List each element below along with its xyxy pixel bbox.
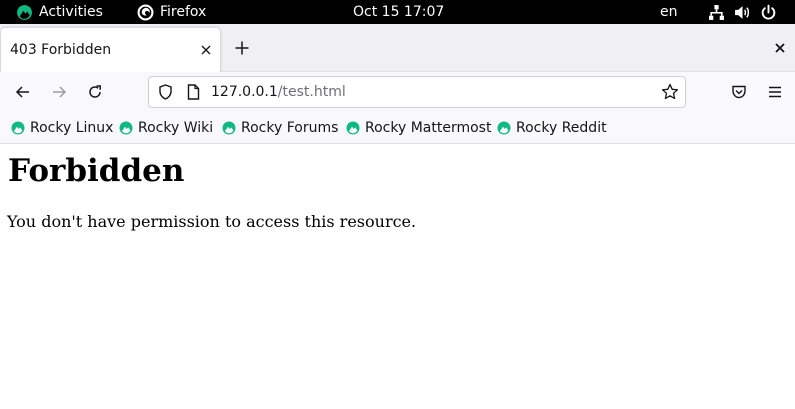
pocket-button[interactable] <box>727 80 751 104</box>
bookmark-rocky-reddit[interactable]: Rocky Reddit <box>497 112 607 144</box>
rocky-logo-icon <box>346 121 360 135</box>
volume-icon[interactable] <box>734 4 751 21</box>
arrow-left-icon <box>15 86 29 98</box>
app-menu[interactable]: Firefox <box>137 0 206 24</box>
activities-button[interactable]: Activities <box>16 0 103 24</box>
rocky-logo-icon <box>497 121 511 135</box>
shield-icon[interactable] <box>157 84 173 100</box>
rocky-logo-icon <box>16 4 33 21</box>
power-icon[interactable] <box>760 4 777 21</box>
bookmark-rocky-forums[interactable]: Rocky Forums <box>222 112 338 144</box>
url-host: 127.0.0.1 <box>211 84 278 100</box>
network-icon[interactable] <box>708 4 725 21</box>
gnome-top-bar: Activities Firefox Oct 15 17:07 en <box>0 0 795 24</box>
page-icon[interactable] <box>185 84 201 100</box>
tab-title: 403 Forbidden <box>10 42 112 58</box>
forward-button[interactable] <box>47 80 71 104</box>
close-window-button[interactable] <box>772 40 788 56</box>
rocky-logo-icon <box>222 121 236 135</box>
page-heading: Forbidden <box>8 153 185 189</box>
url-text[interactable]: 127.0.0.1/test.html <box>211 77 346 107</box>
activities-label: Activities <box>39 4 103 20</box>
close-icon <box>775 43 785 53</box>
url-bar[interactable]: 127.0.0.1/test.html <box>148 76 686 108</box>
bookmarks-toolbar: Rocky Linux Rocky Wiki Rocky Forums Rock… <box>0 112 795 144</box>
bookmark-label: Rocky Reddit <box>516 120 607 136</box>
arrow-right-icon <box>53 86 67 98</box>
rocky-logo-icon <box>119 121 133 135</box>
navigation-toolbar: 127.0.0.1/test.html <box>0 72 795 112</box>
app-name: Firefox <box>160 4 207 20</box>
firefox-icon <box>137 4 154 21</box>
url-path: /test.html <box>277 84 346 100</box>
back-button[interactable] <box>11 80 35 104</box>
bookmark-label: Rocky Wiki <box>138 120 214 136</box>
pocket-icon <box>732 85 746 99</box>
new-tab-button[interactable] <box>232 38 252 58</box>
bookmark-rocky-wiki[interactable]: Rocky Wiki <box>119 112 213 144</box>
bookmark-rocky-mattermost[interactable]: Rocky Mattermost <box>346 112 491 144</box>
tab-403-forbidden[interactable]: 403 Forbidden <box>1 28 220 72</box>
bookmark-label: Rocky Mattermost <box>365 120 492 136</box>
bookmark-label: Rocky Linux <box>30 120 114 136</box>
app-menu-button[interactable] <box>763 80 787 104</box>
clock[interactable]: Oct 15 17:07 <box>353 0 444 24</box>
bookmark-label: Rocky Forums <box>241 120 339 136</box>
hamburger-menu-icon <box>769 86 781 98</box>
close-tab-icon[interactable] <box>198 42 214 58</box>
page-content: Forbidden You don't have permission to a… <box>0 145 795 409</box>
tab-strip: 403 Forbidden <box>0 24 795 72</box>
input-language[interactable]: en <box>660 0 678 24</box>
system-tray[interactable] <box>708 0 777 24</box>
reload-icon <box>89 85 101 98</box>
reload-button[interactable] <box>83 80 107 104</box>
bookmark-rocky-linux[interactable]: Rocky Linux <box>11 112 113 144</box>
rocky-logo-icon <box>11 121 25 135</box>
bookmark-star-icon[interactable] <box>661 83 679 101</box>
error-message: You don't have permission to access this… <box>7 212 417 231</box>
plus-icon <box>235 41 249 55</box>
